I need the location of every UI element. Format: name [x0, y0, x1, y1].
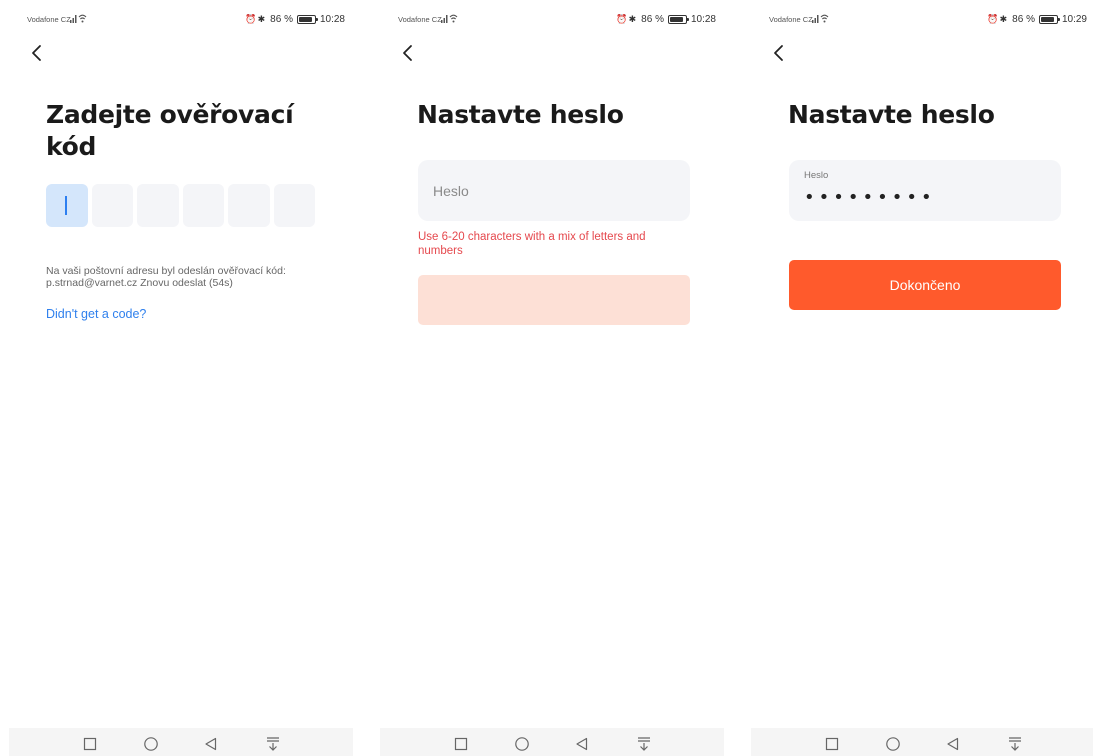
recent-apps-button[interactable]: [824, 736, 840, 752]
battery-percent: 86 %: [1012, 14, 1035, 25]
code-digit-box[interactable]: [91, 184, 133, 227]
password-error-message: Use 6-20 characters with a mix of letter…: [418, 231, 646, 257]
didnt-get-code-link[interactable]: Didn't get a code?: [46, 307, 146, 321]
home-button[interactable]: [885, 736, 901, 752]
notification-pulldown-button[interactable]: [636, 736, 652, 752]
notification-pulldown-button[interactable]: [265, 736, 281, 752]
notification-pulldown-icon: [1009, 737, 1021, 751]
chevron-left-icon: [403, 45, 412, 61]
system-back-button[interactable]: [574, 736, 590, 752]
verification-code-screen: Vodafone CZ ⏰✱ 86 % 10:28 Zadejte ověřov…: [9, 0, 353, 756]
system-nav-bar: [9, 728, 353, 756]
home-icon: [144, 737, 158, 751]
page-title: Nastavte heslo: [417, 100, 624, 129]
page-title: Zadejte ověřovací kód: [46, 100, 294, 161]
signal-wifi-icon: [812, 14, 829, 23]
done-button-disabled[interactable]: [418, 275, 690, 325]
alarm-bluetooth-icon: ⏰✱: [245, 14, 267, 24]
battery-icon: [296, 15, 319, 24]
home-button[interactable]: [514, 736, 530, 752]
code-digit-box[interactable]: [182, 184, 224, 227]
recent-apps-button[interactable]: [453, 736, 469, 752]
recent-apps-button[interactable]: [82, 736, 98, 752]
done-button[interactable]: Dokončeno: [789, 260, 1061, 310]
signal-wifi-icon: [70, 14, 87, 23]
back-button[interactable]: [27, 42, 47, 64]
code-digit-box[interactable]: [273, 184, 315, 227]
back-icon: [576, 737, 588, 751]
notification-pulldown-icon: [638, 737, 650, 751]
verification-code-input[interactable]: [46, 184, 315, 227]
battery-icon: [1038, 15, 1061, 24]
back-button[interactable]: [398, 42, 418, 64]
home-icon: [886, 737, 900, 751]
status-bar: Vodafone CZ ⏰✱ 86 % 10:29: [751, 8, 1093, 32]
home-button[interactable]: [143, 736, 159, 752]
chevron-left-icon: [774, 45, 783, 61]
code-digit-box[interactable]: [137, 184, 179, 227]
battery-icon: [667, 15, 690, 24]
recent-apps-icon: [83, 737, 97, 751]
system-nav-bar: [751, 728, 1093, 756]
code-digit-box[interactable]: [228, 184, 270, 227]
back-button[interactable]: [769, 42, 789, 64]
battery-percent: 86 %: [641, 14, 664, 25]
back-icon: [947, 737, 959, 751]
recent-apps-icon: [454, 737, 468, 751]
code-digit-box[interactable]: [46, 184, 88, 227]
clock: 10:29: [1061, 14, 1087, 25]
notification-pulldown-button[interactable]: [1007, 736, 1023, 752]
system-back-button[interactable]: [945, 736, 961, 752]
status-bar: Vodafone CZ ⏰✱ 86 % 10:28: [9, 8, 353, 32]
chevron-left-icon: [32, 45, 41, 61]
carrier-name: Vodafone CZ: [769, 15, 813, 24]
text-caret: [65, 196, 67, 215]
password-input[interactable]: [418, 160, 690, 221]
system-nav-bar: [380, 728, 724, 756]
notification-pulldown-icon: [267, 737, 279, 751]
carrier-name: Vodafone CZ: [27, 15, 71, 24]
system-back-button[interactable]: [203, 736, 219, 752]
set-password-filled-screen: Vodafone CZ ⏰✱ 86 % 10:29 Nastavte heslo…: [751, 0, 1093, 756]
home-icon: [515, 737, 529, 751]
status-bar: Vodafone CZ ⏰✱ 86 % 10:28: [380, 8, 724, 32]
battery-percent: 86 %: [270, 14, 293, 25]
code-sent-info: Na vaši poštovní adresu byl odeslán ověř…: [46, 265, 286, 289]
signal-wifi-icon: [441, 14, 458, 23]
clock: 10:28: [690, 14, 716, 25]
recent-apps-icon: [825, 737, 839, 751]
password-field-label: Heslo: [804, 170, 829, 181]
alarm-bluetooth-icon: ⏰✱: [616, 14, 638, 24]
password-field[interactable]: [418, 160, 690, 221]
clock: 10:28: [319, 14, 345, 25]
back-icon: [205, 737, 217, 751]
password-field[interactable]: Heslo •••••••••: [789, 160, 1061, 221]
set-password-empty-screen: Vodafone CZ ⏰✱ 86 % 10:28 Nastavte heslo…: [380, 0, 724, 756]
page-title: Nastavte heslo: [788, 100, 995, 129]
alarm-bluetooth-icon: ⏰✱: [987, 14, 1009, 24]
password-masked-value[interactable]: •••••••••: [804, 187, 936, 208]
carrier-name: Vodafone CZ: [398, 15, 442, 24]
